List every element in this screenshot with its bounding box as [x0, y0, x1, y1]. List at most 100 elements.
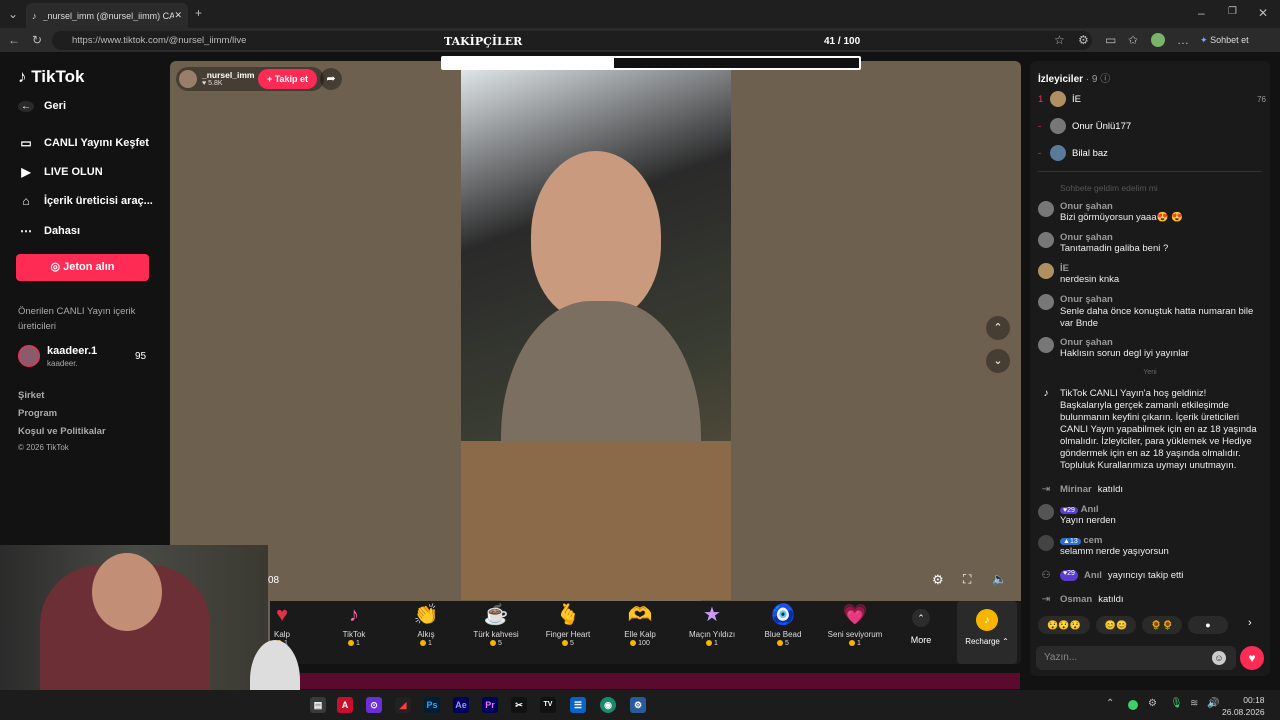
share-icon[interactable]: ➦ [320, 68, 342, 90]
more-gifts-button[interactable]: ⌃ More [906, 609, 936, 645]
steam-icon[interactable]: ⚙ [1148, 699, 1157, 709]
recharge-button[interactable]: ♪ Recharge ⌃ [957, 601, 1017, 664]
tray-chevron-up-icon[interactable]: ⌃ [1106, 699, 1114, 709]
browser-tab[interactable]: ♪ _nursel_imm (@nursel_iimm) CAN ✕ [26, 3, 188, 28]
viewer-row[interactable]: - Bilal baz [1038, 145, 1108, 161]
taskbar-app-icon[interactable]: ◢ [395, 697, 411, 713]
suggested-creator[interactable]: kaadeer.1 kaadeer. 95 [18, 345, 158, 369]
taskbar-app-icon[interactable]: ✂ [511, 697, 527, 713]
gift-item[interactable]: ♪ TikTok 1 [319, 603, 389, 647]
gift-name: Finger Heart [545, 630, 591, 639]
favorite-star-icon[interactable]: ☆ [1054, 34, 1065, 46]
taskbar-app-icon[interactable]: Ae [453, 697, 469, 713]
close-tab-icon[interactable]: ✕ [174, 10, 182, 21]
viewer-score: 76 [1257, 94, 1266, 104]
chat-message[interactable]: Onur şahan Tanıtamadin galiba beni ? [1038, 232, 1264, 254]
tray-status-icon[interactable] [1128, 700, 1138, 710]
footer-link-program[interactable]: Program [18, 408, 57, 419]
tab-list-icon[interactable]: ⌄ [8, 8, 18, 20]
gift-item[interactable]: ☕ Türk kahvesi 5 [461, 603, 531, 647]
viewer-row[interactable]: - Onur Ünlü177 [1038, 118, 1131, 134]
nav-creator-tools[interactable]: ⌂ İçerik üreticisi araç... [18, 194, 153, 208]
nav-go-live[interactable]: ▶ LIVE OLUN [18, 165, 102, 179]
gift-item[interactable]: 🧿 Blue Bead 5 [748, 603, 818, 647]
tiktok-logo[interactable]: ♪ TikTok [18, 67, 84, 87]
buy-coins-button[interactable]: ◎ Jeton alın [16, 254, 149, 281]
nav-more[interactable]: ⋯ Dahası [18, 224, 80, 238]
follow-button[interactable]: + Takip et [258, 69, 317, 89]
nav-label: İçerik üreticisi araç... [44, 195, 153, 207]
close-window-icon[interactable]: ✕ [1258, 7, 1268, 19]
emoji-quick-reply[interactable]: 🌻🌻 [1142, 616, 1182, 634]
refresh-icon[interactable]: ↻ [32, 34, 42, 46]
chat-message[interactable]: ▲13 cem selamm nerde yaşıyorsun [1038, 535, 1264, 557]
nav-explore-live[interactable]: ▭ CANLI Yayını Keşfet [18, 136, 149, 150]
minimize-icon[interactable]: – [1198, 7, 1205, 19]
settings-gear-icon[interactable]: ⚙ [932, 572, 944, 588]
chevron-right-icon[interactable]: › [1248, 617, 1252, 629]
fullscreen-icon[interactable]: ⛶ [963, 572, 971, 587]
chat-message[interactable]: Onur şahan Bizi görmüyorsun yaaa😍 😍 [1038, 201, 1264, 223]
url-text: https://www.tiktok.com/@nursel_iimm/live [72, 35, 247, 46]
back-arrow-icon[interactable]: ← [8, 34, 20, 46]
quick-emoji-bar: 😯😯😯 😊😊 🌻🌻 ● › [1036, 615, 1264, 635]
host-badge[interactable]: _nursel_imm ♥ 5.8K + Takip et [176, 67, 324, 91]
footer-link-terms[interactable]: Koşul ve Politikalar [18, 426, 106, 437]
viewers-heading[interactable]: İzleyiciler · 9 ⓘ [1038, 70, 1110, 85]
url-field[interactable]: https://www.tiktok.com/@nursel_iimm/live [52, 31, 1092, 50]
taskbar-app-icon[interactable]: A [337, 697, 353, 713]
extensions-icon[interactable]: ⚙ [1078, 34, 1089, 46]
taskbar-app-icon[interactable]: TV [540, 697, 556, 713]
gift-item[interactable]: 👏 Alkış 1 [391, 603, 461, 647]
wifi-icon[interactable]: ≋ [1190, 699, 1198, 709]
settings-more-icon[interactable]: … [1177, 34, 1189, 46]
clock[interactable]: 00:18 26.08.2026 [1222, 694, 1265, 718]
gift-item[interactable]: 💗 Seni seviyorum 1 [820, 603, 890, 647]
join-event[interactable]: ⇥ Mirinar katıldı [1038, 484, 1264, 495]
chat-message[interactable]: ♥29 Anıl Yayın nerden [1038, 504, 1264, 526]
back-arrow-icon: ← [18, 100, 34, 112]
like-heart-button[interactable]: ♥ [1240, 646, 1264, 670]
gift-item[interactable]: 🫰 Finger Heart 5 [533, 603, 603, 647]
footer-link-company[interactable]: Şirket [18, 390, 44, 401]
event-text: katıldı [1098, 594, 1124, 605]
follow-event[interactable]: ⚇ ♥29 Anıl yayıncıyı takip etti [1038, 570, 1264, 581]
taskbar-app-icon[interactable]: ☰ [570, 697, 586, 713]
taskbar-app-icon[interactable]: ⊙ [366, 697, 382, 713]
join-event[interactable]: ⇥ Osman katıldı [1038, 594, 1264, 605]
emoji-quick-reply[interactable]: 😊😊 [1096, 616, 1136, 634]
taskbar-app-icon[interactable]: ⚙ [630, 697, 646, 713]
gift-item[interactable]: 🫶 Elle Kalp 100 [605, 603, 675, 647]
microphone-icon[interactable]: 🎙 [1170, 699, 1183, 709]
taskbar-app-icon[interactable]: Pr [482, 697, 498, 713]
profile-avatar[interactable] [1151, 33, 1165, 47]
maximize-icon[interactable]: ❐ [1228, 7, 1237, 17]
chat-message[interactable]: İE nerdesin knka [1038, 263, 1264, 285]
new-tab-icon[interactable]: + [195, 7, 202, 19]
viewer-row[interactable]: 1 İE 76 [1038, 91, 1266, 107]
stream-banner [300, 673, 1020, 689]
volume-icon[interactable]: 🔈 [992, 572, 1007, 586]
next-stream-icon[interactable]: ⌄ [986, 349, 1010, 373]
previous-stream-icon[interactable]: ⌃ [986, 316, 1010, 340]
gift-name: Blue Bead [764, 630, 802, 639]
taskbar-app-icon[interactable]: Ps [424, 697, 440, 713]
copilot-button[interactable]: ✦ Sohbet et [1200, 35, 1249, 46]
back-link[interactable]: ← Geri [18, 100, 66, 112]
speaker-icon[interactable]: 🔊 [1207, 699, 1219, 709]
taskbar-app-icon[interactable]: ▤ [310, 697, 326, 713]
favorites-icon[interactable]: ✩ [1128, 34, 1138, 46]
avatar [18, 345, 40, 367]
live-video[interactable] [461, 61, 731, 601]
split-screen-icon[interactable]: ▭ [1105, 34, 1116, 46]
emoji-quick-reply[interactable]: ● [1188, 616, 1228, 634]
gift-name: Türk kahvesi [473, 630, 519, 639]
chat-message[interactable]: Onur şahan Haklısın sorun degl iyi yayınl… [1038, 337, 1264, 359]
gift-item[interactable]: ★ Maçın Yıldızı 1 [677, 603, 747, 647]
chat-input[interactable]: Yazın... [1036, 646, 1236, 670]
taskbar-app-icon[interactable]: ◉ [600, 697, 616, 713]
emoji-quick-reply[interactable]: 😯😯😯 [1038, 616, 1090, 634]
chat-message[interactable]: Onur şahan Senle daha önce konuştuk hatta… [1038, 294, 1264, 330]
emoji-icon[interactable]: ☺ [1212, 651, 1226, 665]
home-icon: ⌂ [22, 194, 30, 208]
